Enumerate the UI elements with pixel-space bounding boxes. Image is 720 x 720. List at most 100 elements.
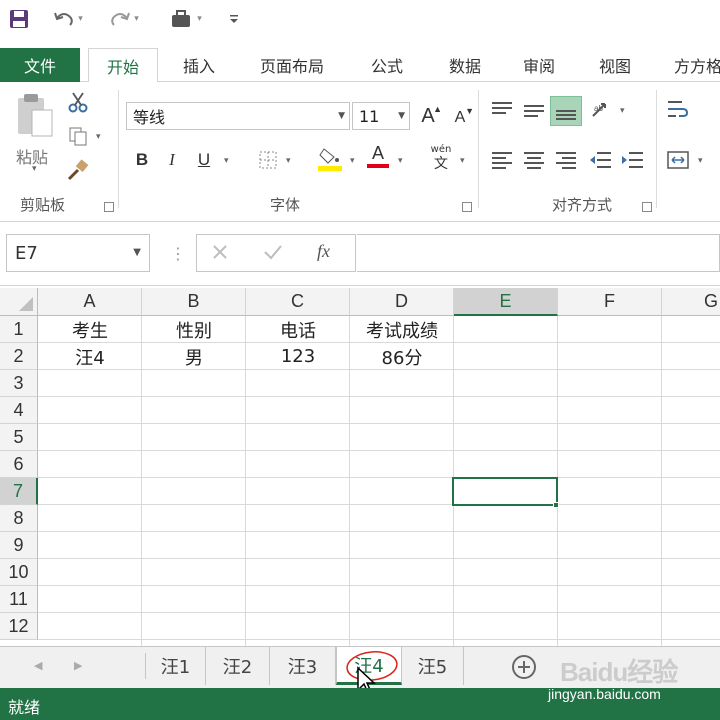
cell-b1[interactable]: 性别 <box>142 316 246 343</box>
grow-font-button[interactable]: A ▲ <box>416 104 442 128</box>
formula-input[interactable] <box>357 234 720 272</box>
underline-button[interactable]: U <box>192 148 216 172</box>
align-center-icon[interactable] <box>522 148 546 172</box>
row-header-5[interactable]: 5 <box>0 424 38 451</box>
tab-page-layout[interactable]: 页面布局 <box>246 48 338 82</box>
font-name-select[interactable]: 等线 ▼ <box>126 102 350 130</box>
row-header-7[interactable]: 7 <box>0 478 38 505</box>
cell-d1[interactable]: 考试成绩 <box>350 316 454 343</box>
row-header-4[interactable]: 4 <box>0 397 38 424</box>
bold-button[interactable]: B <box>130 148 154 172</box>
row-header-1[interactable]: 1 <box>0 316 38 343</box>
undo-icon[interactable]: ▾ <box>48 6 88 32</box>
row-header-3[interactable]: 3 <box>0 370 38 397</box>
customize-qat-icon[interactable] <box>226 6 242 32</box>
enter-icon[interactable] <box>263 243 283 265</box>
cell-a1[interactable]: 考生 <box>38 316 142 343</box>
decrease-indent-icon[interactable] <box>588 148 612 172</box>
orientation-dropdown-icon[interactable]: ▾ <box>620 106 625 116</box>
align-right-icon[interactable] <box>554 148 578 172</box>
align-middle-icon[interactable] <box>522 98 546 122</box>
copy-dropdown-icon[interactable]: ▾ <box>96 132 101 142</box>
sheet-tab-3[interactable]: 汪3 <box>270 647 336 685</box>
row-header-8[interactable]: 8 <box>0 505 38 532</box>
format-painter-icon[interactable] <box>66 158 90 182</box>
cancel-icon[interactable] <box>211 243 229 265</box>
scroll-left-icon[interactable]: ◀ <box>34 659 42 672</box>
wrap-text-icon[interactable] <box>666 98 690 122</box>
font-color-button[interactable]: A <box>366 144 390 168</box>
align-top-icon[interactable] <box>490 98 514 122</box>
fill-color-icon[interactable] <box>318 146 342 171</box>
cell-c2[interactable]: 123 <box>246 343 350 370</box>
column-header-a[interactable]: A <box>38 288 142 316</box>
tab-file[interactable]: 文件 <box>0 48 80 82</box>
gridline <box>38 477 720 478</box>
row-header-11[interactable]: 11 <box>0 586 38 613</box>
font-color-dropdown-icon[interactable]: ▾ <box>398 156 403 166</box>
tab-insert[interactable]: 插入 <box>166 48 232 82</box>
column-header-f[interactable]: F <box>558 288 662 316</box>
sheet-tab-5[interactable]: 汪5 <box>402 647 464 685</box>
orientation-icon[interactable]: ab <box>590 98 614 122</box>
redo-icon[interactable]: ▾ <box>104 6 144 32</box>
row-header-9[interactable]: 9 <box>0 532 38 559</box>
fill-color-dropdown-icon[interactable]: ▾ <box>350 156 355 166</box>
phonetic-dropdown-icon[interactable]: ▾ <box>460 156 465 166</box>
cell-d2[interactable]: 86分 <box>350 343 454 370</box>
active-cell-e7[interactable] <box>452 477 558 506</box>
clipboard-launcher-icon[interactable] <box>104 202 114 212</box>
tab-view[interactable]: 视图 <box>584 48 646 82</box>
increase-indent-icon[interactable] <box>620 148 644 172</box>
sheet-tab-1[interactable]: 汪1 <box>146 647 206 685</box>
fill-handle[interactable] <box>553 502 559 508</box>
font-launcher-icon[interactable] <box>462 202 472 212</box>
shrink-font-button[interactable]: A ▼ <box>448 106 474 130</box>
alignment-launcher-icon[interactable] <box>642 202 652 212</box>
italic-button[interactable]: I <box>160 148 184 172</box>
tab-addin[interactable]: 方方格 <box>662 48 720 82</box>
merge-dropdown-icon[interactable]: ▾ <box>698 156 703 166</box>
tab-formulas[interactable]: 公式 <box>356 48 418 82</box>
scroll-right-icon[interactable]: ▶ <box>74 659 82 672</box>
column-header-c[interactable]: C <box>246 288 350 316</box>
underline-dropdown-icon[interactable]: ▾ <box>224 156 229 166</box>
paste-button[interactable]: 粘贴 ▾ <box>12 92 60 174</box>
cell-a2[interactable]: 汪4 <box>38 343 142 370</box>
name-box[interactable]: E7 ▼ <box>6 234 150 272</box>
borders-dropdown-icon[interactable]: ▾ <box>286 156 291 166</box>
phonetic-bottom-label: 文 <box>434 156 448 172</box>
cell-c1[interactable]: 电话 <box>246 316 350 343</box>
borders-icon[interactable] <box>256 148 280 172</box>
row-header-2[interactable]: 2 <box>0 343 38 370</box>
new-sheet-button[interactable] <box>512 655 536 679</box>
row-header-6[interactable]: 6 <box>0 451 38 478</box>
merge-center-icon[interactable] <box>666 148 690 172</box>
sheet-tab-2[interactable]: 汪2 <box>206 647 270 685</box>
cut-icon[interactable] <box>66 90 90 114</box>
insert-function-button[interactable]: fx <box>317 241 330 262</box>
touch-mode-icon[interactable]: ▾ <box>164 6 208 32</box>
tab-home[interactable]: 开始 <box>88 48 158 83</box>
cell-b2[interactable]: 男 <box>142 343 246 370</box>
column-header-g[interactable]: G <box>662 288 720 316</box>
tab-review[interactable]: 审阅 <box>508 48 570 82</box>
align-left-icon[interactable] <box>490 148 514 172</box>
select-all-corner[interactable] <box>0 288 38 316</box>
copy-icon[interactable] <box>66 124 90 148</box>
column-header-e[interactable]: E <box>454 288 558 316</box>
align-bottom-icon[interactable] <box>550 96 582 126</box>
column-header-d[interactable]: D <box>350 288 454 316</box>
save-icon[interactable] <box>6 6 32 32</box>
quick-access-toolbar: ▾ ▾ ▾ <box>0 0 720 40</box>
row-header-12[interactable]: 12 <box>0 613 38 640</box>
tab-data[interactable]: 数据 <box>434 48 496 82</box>
gridline <box>38 504 720 505</box>
row-header-10[interactable]: 10 <box>0 559 38 586</box>
formula-bar: E7 ▼ ⋮ fx <box>0 222 720 286</box>
phonetic-guide-button[interactable]: wén 文 <box>428 144 454 174</box>
column-header-b[interactable]: B <box>142 288 246 316</box>
gridline <box>38 585 720 586</box>
font-size-select[interactable]: 11 ▼ <box>352 102 410 130</box>
baidu-watermark: Baidu经验 jingyan.baidu.com <box>548 650 718 706</box>
